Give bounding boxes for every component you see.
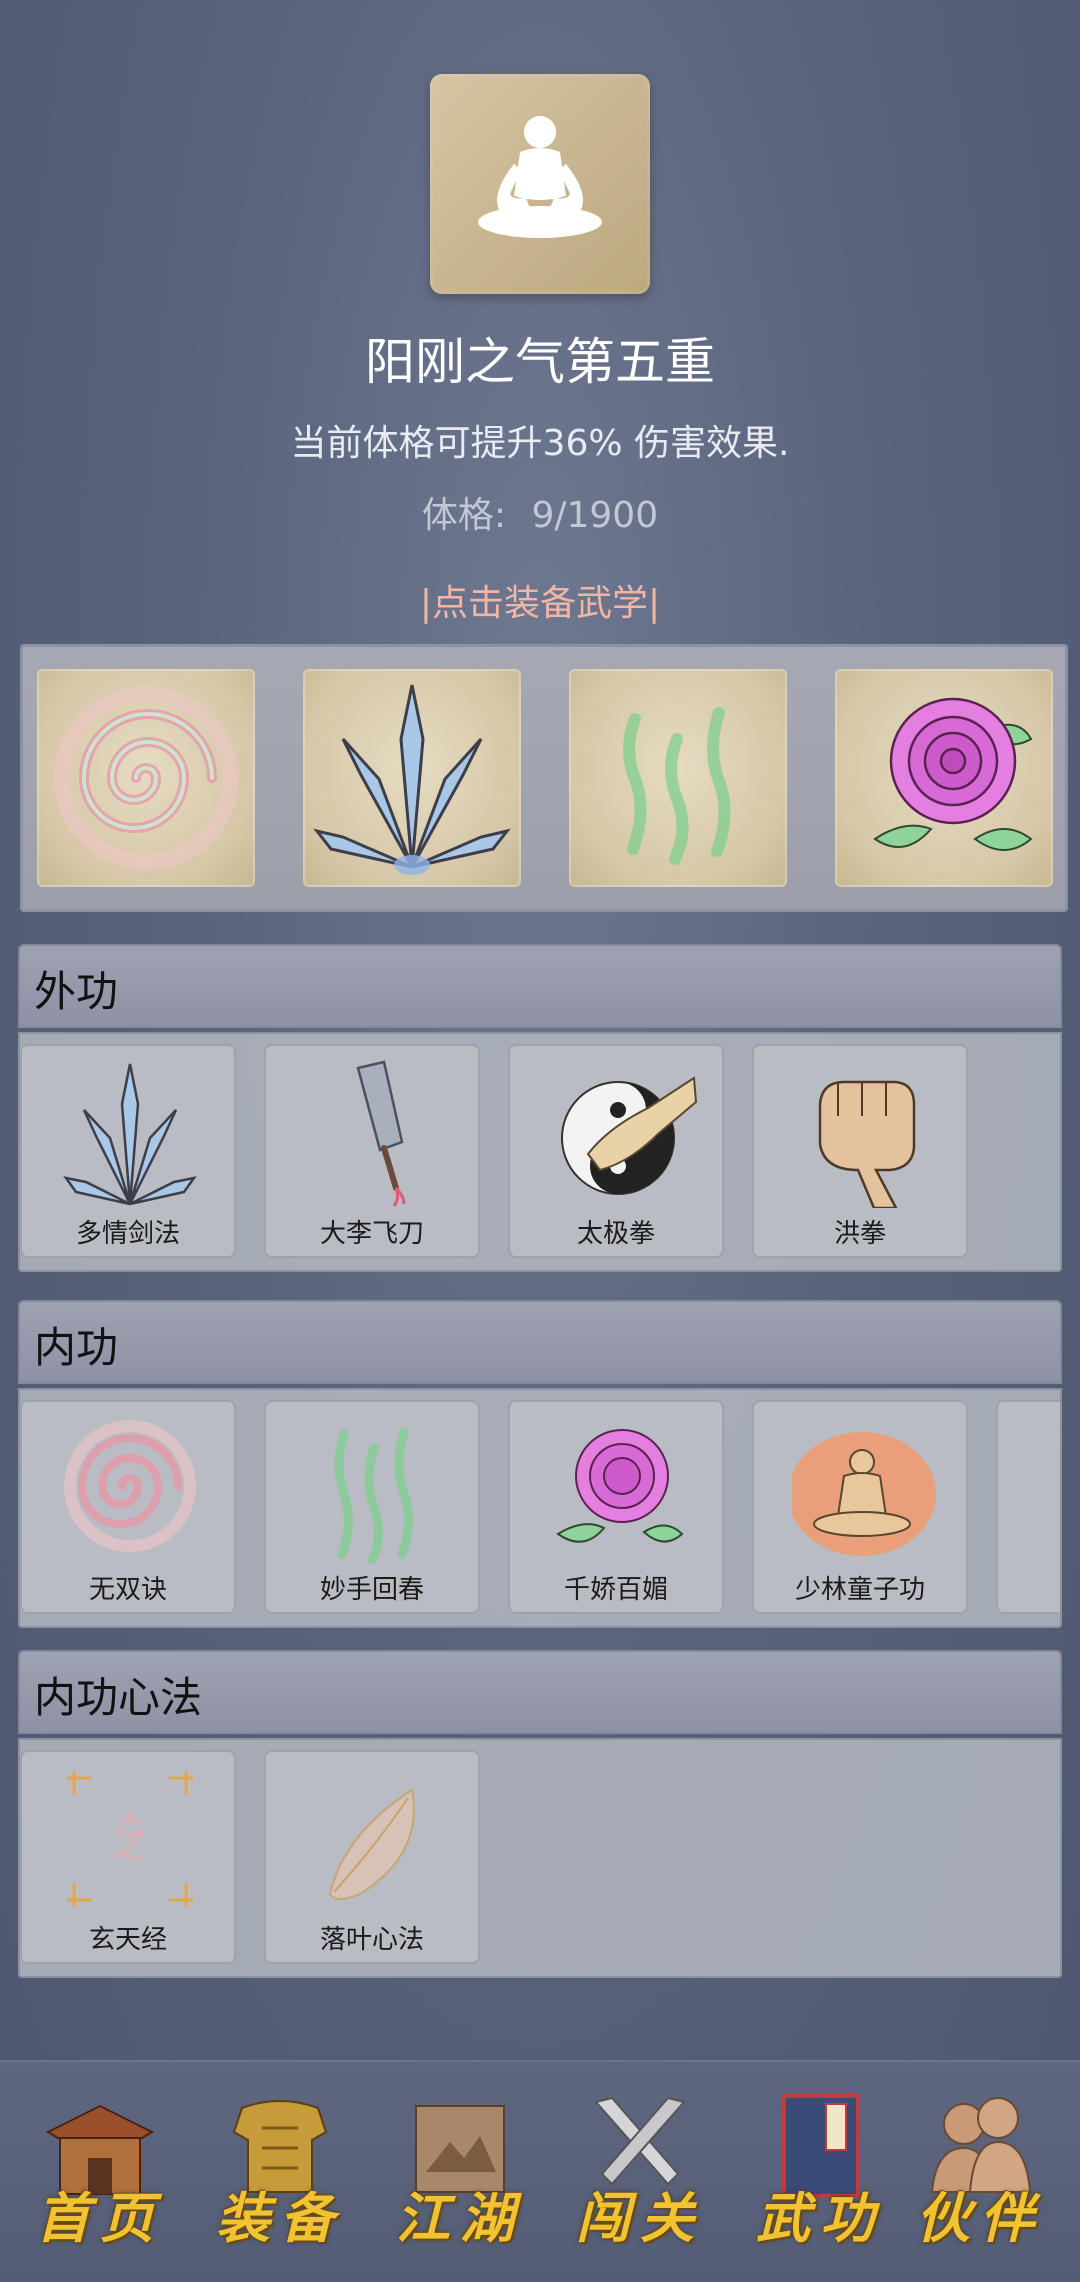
skill-label: 多情剑法 bbox=[75, 1219, 180, 1249]
realm-title: 阳刚之气第五重 bbox=[365, 333, 715, 391]
green-wave-icon bbox=[623, 707, 731, 865]
section-neigong: 内功 无双诀 妙手回春 千娇百媚 少林童子功 bbox=[18, 1300, 1062, 1628]
nav-label: 装备 bbox=[216, 2186, 344, 2250]
skill-label: 太极拳 bbox=[576, 1219, 655, 1249]
nav-label: 首页 bbox=[36, 2186, 164, 2250]
skill-card-dali-feidao[interactable]: 大李飞刀 bbox=[264, 1044, 480, 1258]
nav-label: 伙伴 bbox=[916, 2186, 1044, 2250]
cleaver-icon bbox=[356, 1060, 406, 1207]
equip-skills-link[interactable]: |点击装备武学| bbox=[0, 574, 1080, 626]
meditating-figure-icon bbox=[478, 116, 602, 238]
skill-card-wushuang-jue[interactable]: 无双诀 bbox=[20, 1400, 236, 1614]
fist-icon bbox=[818, 1080, 916, 1208]
skill-card-duoqing-jianfa[interactable]: 多情剑法 bbox=[20, 1044, 236, 1258]
skill-card-miaoshou-huichun[interactable]: 妙手回春 bbox=[264, 1400, 480, 1614]
skill-card-luoye-xinfa[interactable]: 落叶心法 bbox=[264, 1750, 480, 1964]
sword-fan-icon bbox=[63, 1063, 197, 1206]
green-wave-icon bbox=[334, 1427, 413, 1564]
skill-label: 落叶心法 bbox=[319, 1925, 424, 1955]
skill-label: 少林童子功 bbox=[794, 1575, 925, 1605]
swirl-icon bbox=[64, 1420, 196, 1552]
nav-label: 闯关 bbox=[576, 2186, 704, 2250]
nav-jianghu[interactable]: 江湖 bbox=[380, 2082, 540, 2262]
monk-aura-icon bbox=[792, 1432, 936, 1556]
skill-card-shaolin-tongzigong[interactable]: 少林童子功 bbox=[752, 1400, 968, 1614]
skill-label: 妙手回春 bbox=[319, 1575, 424, 1605]
constitution-stat: 体格: 9/1900 bbox=[0, 486, 1080, 538]
section-header: 内功 bbox=[18, 1300, 1062, 1384]
skill-label: 无双诀 bbox=[88, 1575, 167, 1605]
skill-label: 大李飞刀 bbox=[319, 1219, 424, 1249]
section-title: 内功 bbox=[34, 1323, 119, 1372]
equipped-slot-4[interactable] bbox=[835, 669, 1053, 887]
leaf-icon bbox=[328, 1788, 415, 1900]
nav-home[interactable]: 首页 bbox=[20, 2082, 180, 2262]
nav-martial-arts[interactable]: 武功 bbox=[740, 2082, 900, 2262]
section-header: 外功 bbox=[18, 944, 1062, 1028]
stat-label: 体格: bbox=[421, 495, 507, 536]
taiji-fist-icon bbox=[561, 1076, 698, 1195]
swirl-icon bbox=[54, 686, 238, 870]
skill-card-hong-quan[interactable]: 洪拳 bbox=[752, 1044, 968, 1258]
skill-card-xuantian-jing[interactable]: 玄天经 bbox=[20, 1750, 236, 1964]
section-header: 内功心法 bbox=[18, 1650, 1062, 1734]
section-title: 内功心法 bbox=[34, 1673, 203, 1722]
skill-label: 洪拳 bbox=[833, 1219, 886, 1249]
avatar bbox=[430, 74, 650, 294]
section-waigong: 外功 多情剑法 大李飞刀 太极拳 洪拳 bbox=[18, 944, 1062, 1272]
equipped-skills-bar bbox=[20, 644, 1068, 912]
sword-fan-icon bbox=[313, 684, 511, 875]
section-xinfa: 内功心法 玄天经 落叶心法 bbox=[18, 1650, 1062, 1978]
section-title: 外功 bbox=[34, 967, 119, 1016]
skill-label: 千娇百媚 bbox=[563, 1575, 668, 1605]
xuan-scroll-icon bbox=[66, 1770, 194, 1908]
bottom-navigation: 首页 装备 江湖 闯关 武功 伙伴 bbox=[0, 2060, 1080, 2282]
effect-description: 当前体格可提升36% 伤害效果. bbox=[290, 423, 790, 464]
nav-partners[interactable]: 伙伴 bbox=[900, 2082, 1060, 2262]
nav-label: 江湖 bbox=[396, 2186, 524, 2250]
skill-list: 多情剑法 大李飞刀 太极拳 洪拳 bbox=[18, 1032, 1062, 1272]
skill-list: 玄天经 落叶心法 bbox=[18, 1738, 1062, 1978]
equipped-slot-1[interactable] bbox=[37, 669, 255, 887]
rose-icon bbox=[556, 1429, 684, 1543]
skill-card-partial[interactable] bbox=[996, 1400, 1060, 1614]
stat-value: 9/1900 bbox=[531, 495, 659, 536]
equipped-slot-2[interactable] bbox=[303, 669, 521, 887]
nav-label: 武功 bbox=[756, 2186, 884, 2250]
nav-equipment[interactable]: 装备 bbox=[200, 2082, 360, 2262]
rose-icon bbox=[873, 697, 1033, 851]
nav-challenge[interactable]: 闯关 bbox=[560, 2082, 720, 2262]
cultivation-header: 阳刚之气第五重 当前体格可提升36% 伤害效果. 体格: 9/1900 |点击装… bbox=[0, 0, 1080, 640]
equipped-slot-3[interactable] bbox=[569, 669, 787, 887]
skill-list: 无双诀 妙手回春 千娇百媚 少林童子功 bbox=[18, 1388, 1062, 1628]
skill-card-qianjiao-baimei[interactable]: 千娇百媚 bbox=[508, 1400, 724, 1614]
skill-label: 玄天经 bbox=[88, 1925, 167, 1955]
skill-card-taiji-quan[interactable]: 太极拳 bbox=[508, 1044, 724, 1258]
